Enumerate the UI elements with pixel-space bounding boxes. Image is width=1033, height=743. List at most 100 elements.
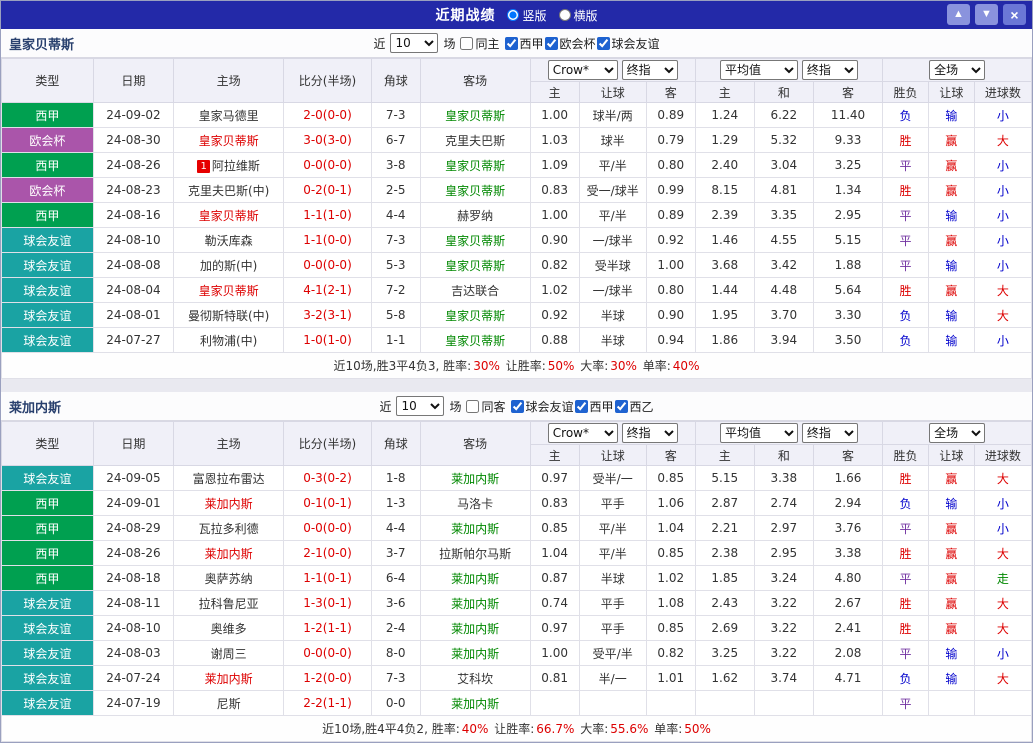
home-team-cell[interactable]: 皇家贝蒂斯 [174, 203, 284, 228]
home-team-cell[interactable]: 皇家贝蒂斯 [174, 278, 284, 303]
asia-handicap: 平手 [579, 491, 646, 516]
away-team-cell[interactable]: 皇家贝蒂斯 [420, 303, 530, 328]
competition-checkbox[interactable] [505, 37, 518, 50]
away-team-cell[interactable]: 皇家贝蒂斯 [420, 228, 530, 253]
asia-source-select[interactable]: Crow* [548, 423, 618, 443]
competition-badge: 西甲 [2, 153, 94, 178]
asia-time-select[interactable]: 终指 [622, 60, 678, 80]
away-team-cell[interactable]: 吉达联合 [420, 278, 530, 303]
home-team-cell[interactable]: 皇家贝蒂斯 [174, 128, 284, 153]
home-team-cell[interactable]: 利物浦(中) [174, 328, 284, 353]
asia-time-select[interactable]: 终指 [622, 423, 678, 443]
scroll-up-button[interactable]: ▲ [947, 4, 970, 25]
corner-score: 3-8 [371, 153, 420, 178]
home-team-cell[interactable]: 勒沃库森 [174, 228, 284, 253]
home-team-cell[interactable]: 1阿拉维斯 [174, 153, 284, 178]
away-team-cell[interactable]: 莱加内斯 [420, 566, 530, 591]
away-team-cell[interactable]: 皇家贝蒂斯 [420, 153, 530, 178]
scroll-down-button[interactable]: ▼ [975, 4, 998, 25]
away-team-cell[interactable]: 拉斯帕尔马斯 [420, 541, 530, 566]
away-team-cell[interactable]: 莱加内斯 [420, 616, 530, 641]
euro-home-odds: 1.86 [695, 328, 754, 353]
euro-home-odds: 2.43 [695, 591, 754, 616]
view-mode-horizontal[interactable]: 横版 [559, 7, 598, 24]
competition-filter-label: 欧会杯 [560, 35, 596, 52]
competition-checkbox[interactable] [615, 400, 628, 413]
close-icon: × [1010, 8, 1018, 22]
home-team-cell[interactable]: 莱加内斯 [174, 666, 284, 691]
away-team-cell[interactable]: 皇家贝蒂斯 [420, 103, 530, 128]
home-team-cell[interactable]: 加的斯(中) [174, 253, 284, 278]
same-venue-filter[interactable]: 同客 [466, 398, 505, 415]
match-count-select[interactable]: 10 [390, 33, 438, 53]
competition-filter-0[interactable]: 西甲 [505, 35, 544, 52]
match-count-select[interactable]: 10 [396, 396, 444, 416]
home-team-cell[interactable]: 瓦拉多利德 [174, 516, 284, 541]
home-team-cell[interactable]: 富恩拉布雷达 [174, 466, 284, 491]
euro-home-odds: 1.85 [695, 566, 754, 591]
asia-home-odds: 1.02 [530, 278, 579, 303]
same-venue-filter[interactable]: 同主 [460, 35, 499, 52]
home-team-cell[interactable]: 克里夫巴斯(中) [174, 178, 284, 203]
away-team-cell[interactable]: 克里夫巴斯 [420, 128, 530, 153]
scope-select[interactable]: 全场 [929, 60, 985, 80]
competition-checkbox[interactable] [545, 37, 558, 50]
competition-filter-2[interactable]: 西乙 [615, 398, 654, 415]
home-team-cell[interactable]: 莱加内斯 [174, 541, 284, 566]
home-team-cell[interactable]: 拉科鲁尼亚 [174, 591, 284, 616]
euro-draw-odds: 5.32 [754, 128, 813, 153]
away-team-cell[interactable]: 赫罗纳 [420, 203, 530, 228]
venue-checkbox[interactable] [466, 400, 479, 413]
euro-time-select[interactable]: 终指 [802, 423, 858, 443]
home-team-cell[interactable]: 奥维多 [174, 616, 284, 641]
win-draw-loss-result: 平 [883, 566, 929, 591]
away-team-cell[interactable]: 莱加内斯 [420, 641, 530, 666]
home-team-cell[interactable]: 皇家马德里 [174, 103, 284, 128]
view-mode-vertical[interactable]: 竖版 [507, 7, 546, 24]
win-draw-loss-result: 胜 [883, 178, 929, 203]
competition-checkbox[interactable] [575, 400, 588, 413]
asia-handicap: 受一/球半 [579, 178, 646, 203]
filter-games-label: 场 [443, 35, 455, 52]
asia-source-select[interactable]: Crow* [548, 60, 618, 80]
asia-home-odds: 0.88 [530, 328, 579, 353]
summary-segment: 55.6% [610, 722, 648, 736]
away-team-cell[interactable]: 皇家贝蒂斯 [420, 178, 530, 203]
home-team-cell[interactable]: 尼斯 [174, 691, 284, 716]
euro-source-select[interactable]: 平均值 [720, 60, 798, 80]
away-team-cell[interactable]: 艾科坎 [420, 666, 530, 691]
home-team-cell[interactable]: 曼彻斯特联(中) [174, 303, 284, 328]
competition-filter-2[interactable]: 球会友谊 [597, 35, 660, 52]
euro-home-odds: 1.44 [695, 278, 754, 303]
away-team-cell[interactable]: 马洛卡 [420, 491, 530, 516]
recent-results-widget: 近期战绩 竖版 横版 ▲ ▼ × 皇家贝蒂斯 近 10 场 [0, 0, 1033, 743]
corner-score: 4-4 [371, 516, 420, 541]
away-team-cell[interactable]: 莱加内斯 [420, 516, 530, 541]
home-team-cell[interactable]: 莱加内斯 [174, 491, 284, 516]
competition-filter-1[interactable]: 西甲 [575, 398, 614, 415]
competition-checkbox[interactable] [511, 400, 524, 413]
euro-home-odds: 2.21 [695, 516, 754, 541]
competition-checkbox[interactable] [597, 37, 610, 50]
home-team-name: 加的斯(中) [200, 259, 257, 273]
competition-filter-0[interactable]: 球会友谊 [511, 398, 574, 415]
away-team-cell[interactable]: 莱加内斯 [420, 591, 530, 616]
competition-filter-1[interactable]: 欧会杯 [545, 35, 596, 52]
away-team-cell[interactable]: 皇家贝蒂斯 [420, 253, 530, 278]
euro-source-select[interactable]: 平均值 [720, 423, 798, 443]
home-team-cell[interactable]: 谢周三 [174, 641, 284, 666]
venue-checkbox[interactable] [460, 37, 473, 50]
col-type: 类型 [2, 422, 94, 466]
away-team-cell[interactable]: 莱加内斯 [420, 466, 530, 491]
euro-time-select[interactable]: 终指 [802, 60, 858, 80]
vertical-radio[interactable] [507, 9, 519, 21]
away-team-cell[interactable]: 莱加内斯 [420, 691, 530, 716]
euro-away-odds: 3.38 [813, 541, 882, 566]
home-team-cell[interactable]: 奥萨苏纳 [174, 566, 284, 591]
away-team-cell[interactable]: 皇家贝蒂斯 [420, 328, 530, 353]
scope-select[interactable]: 全场 [929, 423, 985, 443]
table-row: 西甲24-08-26莱加内斯2-1(0-0)3-7拉斯帕尔马斯1.04平/半0.… [2, 541, 1032, 566]
close-button[interactable]: × [1003, 4, 1026, 25]
filter-near-label: 近 [373, 35, 385, 52]
horizontal-radio[interactable] [559, 9, 571, 21]
